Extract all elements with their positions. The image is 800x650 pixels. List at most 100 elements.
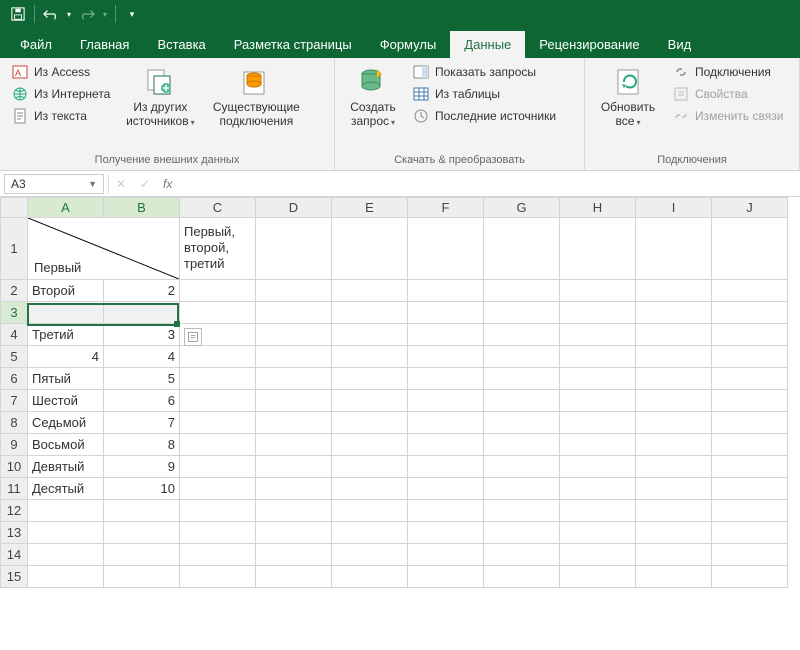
row-header-6[interactable]: 6 [1,368,28,390]
cell[interactable] [560,500,636,522]
cell-a9[interactable]: Восьмой [28,434,104,456]
cell[interactable] [636,522,712,544]
cell[interactable] [332,302,408,324]
from-web-button[interactable]: Из Интернета [8,84,114,104]
cell[interactable] [560,324,636,346]
cell[interactable] [484,218,560,280]
cell[interactable] [712,368,788,390]
cell-a11[interactable]: Десятый [28,478,104,500]
cell-a10[interactable]: Девятый [28,456,104,478]
cell[interactable] [408,478,484,500]
cell[interactable] [712,434,788,456]
redo-button[interactable] [75,2,99,26]
cell[interactable] [560,280,636,302]
cell-a4[interactable]: Третий [28,324,104,346]
cell[interactable] [484,456,560,478]
cell[interactable] [484,500,560,522]
col-header-a[interactable]: A [28,198,104,218]
cell[interactable] [332,434,408,456]
cell[interactable] [180,412,256,434]
save-button[interactable] [6,2,30,26]
cell[interactable] [256,412,332,434]
cell[interactable] [636,412,712,434]
cell[interactable] [484,302,560,324]
cell[interactable] [256,500,332,522]
tab-file[interactable]: Файл [6,31,66,58]
tab-view[interactable]: Вид [654,31,706,58]
cell[interactable] [712,346,788,368]
cell[interactable] [256,478,332,500]
cell[interactable] [560,302,636,324]
cell[interactable] [332,218,408,280]
cell-a3[interactable] [28,302,104,324]
cell[interactable] [332,324,408,346]
connections-button[interactable]: Подключения [669,62,787,82]
refresh-all-button[interactable]: Обновить все▾ [593,62,663,130]
cell[interactable] [28,500,104,522]
cell[interactable] [560,478,636,500]
row-header-8[interactable]: 8 [1,412,28,434]
row-header-4[interactable]: 4 [1,324,28,346]
tab-home[interactable]: Главная [66,31,143,58]
cell[interactable] [180,544,256,566]
cell[interactable] [560,346,636,368]
cell[interactable] [408,280,484,302]
cell-b3[interactable] [104,302,180,324]
cell-a7[interactable]: Шестой [28,390,104,412]
name-box-dropdown-icon[interactable]: ▼ [88,179,97,189]
cell[interactable] [712,390,788,412]
from-text-button[interactable]: Из текста [8,106,114,126]
existing-connections-button[interactable]: Существующие подключения [206,62,306,128]
row-header-10[interactable]: 10 [1,456,28,478]
cell-b9[interactable]: 8 [104,434,180,456]
cell[interactable] [484,346,560,368]
cell[interactable] [180,478,256,500]
tab-page-layout[interactable]: Разметка страницы [220,31,366,58]
cell-b4[interactable]: 3 [104,324,180,346]
cell-b7[interactable]: 6 [104,390,180,412]
cell-a2[interactable]: Второй [28,280,104,302]
cell[interactable] [256,324,332,346]
cell[interactable] [712,566,788,588]
cell[interactable] [484,324,560,346]
cell[interactable] [636,346,712,368]
cell[interactable] [332,566,408,588]
cell[interactable] [332,280,408,302]
show-queries-button[interactable]: Показать запросы [409,62,560,82]
cell[interactable] [408,346,484,368]
worksheet-grid[interactable]: A B C D E F G H I J 1 Первый Первый, вто… [0,197,800,588]
row-header-2[interactable]: 2 [1,280,28,302]
cell[interactable] [104,500,180,522]
row-header-11[interactable]: 11 [1,478,28,500]
cell[interactable] [712,500,788,522]
name-box[interactable]: A3 ▼ [4,174,104,194]
cell[interactable] [484,390,560,412]
cell[interactable] [332,522,408,544]
cell[interactable] [332,500,408,522]
new-query-button[interactable]: Создать запрос▾ [343,62,403,130]
tab-data[interactable]: Данные [450,31,525,58]
cell[interactable] [560,368,636,390]
cell[interactable] [256,566,332,588]
cell[interactable] [28,522,104,544]
cell[interactable] [636,390,712,412]
cell[interactable] [636,478,712,500]
cell[interactable] [484,280,560,302]
cell[interactable] [408,218,484,280]
select-all-corner[interactable] [1,198,28,218]
row-header-3[interactable]: 3 [1,302,28,324]
cell[interactable] [180,456,256,478]
cell[interactable] [408,500,484,522]
cell[interactable] [332,390,408,412]
cell[interactable] [256,456,332,478]
cell[interactable] [560,218,636,280]
cell[interactable] [636,368,712,390]
cell[interactable] [256,522,332,544]
cell[interactable] [256,390,332,412]
cell[interactable] [408,522,484,544]
cell[interactable] [484,478,560,500]
cell[interactable] [104,522,180,544]
cell[interactable] [712,324,788,346]
cell[interactable] [636,302,712,324]
from-other-sources-button[interactable]: Из других источников▾ [120,62,200,130]
